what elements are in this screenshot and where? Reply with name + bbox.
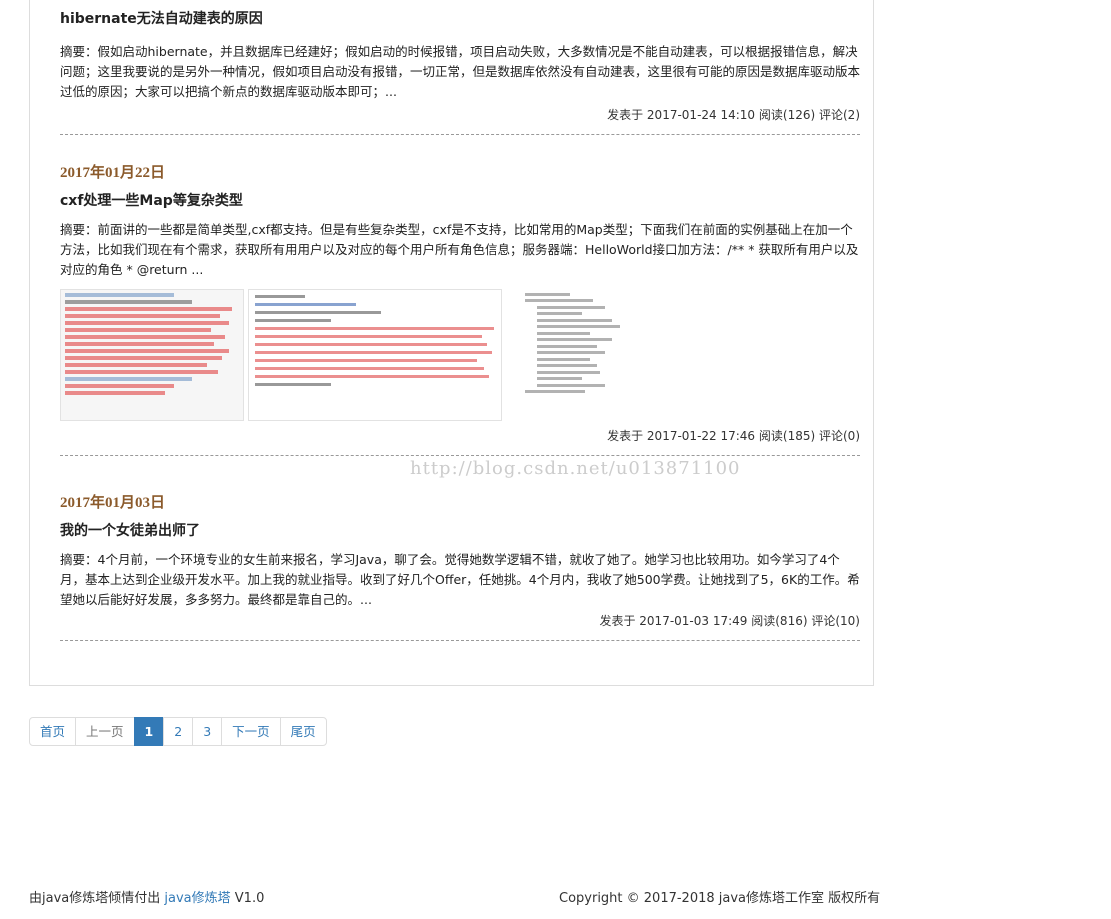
pagination-prev-button[interactable]: 上一页: [75, 717, 135, 746]
post-comments-link[interactable]: 评论(0): [819, 429, 860, 443]
post-comments-link[interactable]: 评论(10): [811, 614, 860, 628]
post-summary: 摘要：假如启动hibernate，并且数据库已经建好；假如启动的时候报错，项目启…: [60, 44, 861, 99]
post-reads-link[interactable]: 阅读(185): [759, 429, 815, 443]
post-divider: [60, 134, 860, 135]
post-meta: 发表于 2017-01-24 14:10 阅读(126) 评论(2): [60, 106, 860, 123]
post-title[interactable]: cxf处理一些Map等复杂类型: [60, 190, 860, 210]
post-reads-link[interactable]: 阅读(816): [751, 614, 807, 628]
post-title[interactable]: 我的一个女徒弟出师了: [60, 520, 860, 540]
pagination-next-button[interactable]: 下一页: [221, 717, 281, 746]
pagination-first-button[interactable]: 首页: [29, 717, 77, 746]
post-summary: 摘要：4个月前，一个环境专业的女生前来报名，学习Java，聊了会。觉得她数学逻辑…: [60, 552, 860, 607]
post-published: 发表于 2017-01-24 14:10: [607, 108, 756, 122]
post-meta: 发表于 2017-01-03 17:49 阅读(816) 评论(10): [60, 612, 860, 629]
post-title[interactable]: hibernate无法自动建表的原因: [60, 8, 860, 28]
footer-copyright: Copyright © 2017-2018 java修炼塔工作室 版权所有: [559, 891, 881, 906]
footer-credit: 由java修炼塔倾情付出 java修炼塔 V1.0: [29, 887, 264, 906]
footer-credit-text: 由java修炼塔倾情付出: [29, 891, 161, 906]
pagination: 首页 上一页 1 2 3 下一页 尾页: [29, 717, 327, 746]
post-reads-link[interactable]: 阅读(126): [759, 108, 815, 122]
pagination-page-3[interactable]: 3: [192, 717, 223, 746]
post-item: hibernate无法自动建表的原因 摘要：假如启动hibernate，并且数据…: [60, 8, 860, 135]
post-date: 2017年01月22日: [60, 165, 166, 181]
post-list-panel: hibernate无法自动建表的原因 摘要：假如启动hibernate，并且数据…: [29, 0, 874, 686]
pagination-page-1[interactable]: 1: [133, 717, 165, 746]
post-thumbnails: [60, 289, 860, 421]
post-divider: [60, 640, 860, 641]
server-console-thumbnail[interactable]: [248, 289, 502, 421]
post-item: 2017年01月22日 cxf处理一些Map等复杂类型 摘要：前面讲的一些都是简…: [60, 161, 860, 456]
pagination-page-2[interactable]: 2: [163, 717, 194, 746]
post-published: 发表于 2017-01-03 17:49: [599, 614, 748, 628]
post-comments-link[interactable]: 评论(2): [819, 108, 860, 122]
console-screenshot-thumbnail[interactable]: [60, 289, 244, 421]
post-summary: 摘要：前面讲的一些都是简单类型,cxf都支持。但是有些复杂类型，cxf是不支持，…: [60, 222, 859, 277]
post-published: 发表于 2017-01-22 17:46: [607, 429, 756, 443]
post-date: 2017年01月03日: [60, 495, 166, 511]
post-item: 2017年01月03日 我的一个女徒弟出师了 摘要：4个月前，一个环境专业的女生…: [60, 491, 860, 641]
post-meta: 发表于 2017-01-22 17:46 阅读(185) 评论(0): [60, 427, 860, 444]
footer-version: V1.0: [234, 891, 265, 906]
blog-watermark: http://blog.csdn.net/u013871100: [410, 458, 741, 479]
project-tree-thumbnail[interactable]: [511, 289, 661, 419]
post-divider: [60, 455, 860, 456]
footer-site-link[interactable]: java修炼塔: [164, 891, 230, 906]
pagination-last-button[interactable]: 尾页: [279, 717, 327, 746]
